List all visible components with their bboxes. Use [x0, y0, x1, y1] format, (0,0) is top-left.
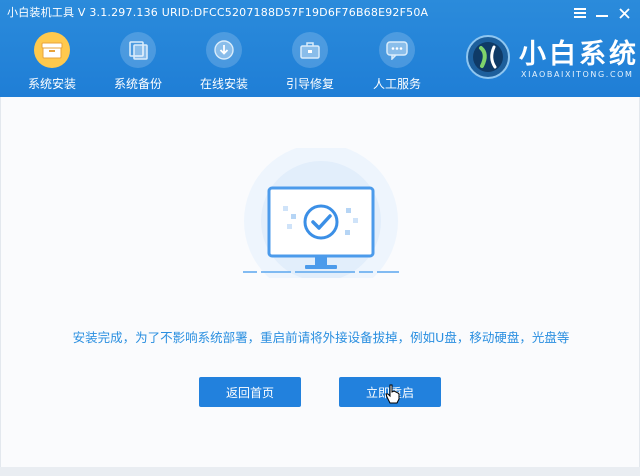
tab-system-install[interactable]: 系统安装: [13, 28, 91, 94]
main-panel: 安装完成，为了不影响系统部署，重启前请将外接设备拔掉，例如U盘，移动硬盘，光盘等…: [0, 97, 640, 467]
tab-online-install[interactable]: 在线安装: [185, 28, 263, 94]
menu-button[interactable]: [572, 6, 588, 20]
window-title: 小白装机工具 V 3.1.297.136 URID:DFCC5207188D57…: [7, 6, 429, 19]
tab-label: 人工服务: [372, 77, 421, 91]
monitor-check-icon: [243, 144, 399, 298]
install-complete-message: 安装完成，为了不影响系统部署，重启前请将外接设备拔掉，例如U盘，移动硬盘，光盘等: [72, 330, 570, 345]
logo-name: 小白系统: [519, 39, 639, 70]
hand-cursor-icon: [385, 384, 400, 404]
logo-subtitle: XIAOBAIXITONG.COM: [521, 70, 634, 79]
title-bar: 小白装机工具 V 3.1.297.136 URID:DFCC5207188D57…: [0, 0, 640, 97]
backup-icon: [129, 41, 148, 60]
minimize-icon: [596, 15, 608, 17]
back-home-button[interactable]: 返回首页: [199, 377, 301, 407]
install-complete-illustration: [241, 144, 401, 298]
tab-label: 引导修复: [285, 77, 334, 91]
download-icon: [214, 40, 234, 60]
bottom-strip: [0, 467, 640, 476]
box-icon: [41, 42, 63, 59]
close-icon: [618, 7, 630, 19]
brand-logo: 小白系统 XIAOBAIXITONG.COM: [465, 30, 636, 90]
tab-label: 系统备份: [113, 77, 162, 91]
tab-manual-service[interactable]: 人工服务: [358, 28, 436, 94]
tab-boot-repair[interactable]: 引导修复: [271, 28, 349, 94]
tab-label: 系统安装: [27, 77, 76, 91]
chat-icon: [386, 41, 408, 60]
toolbox-icon: [300, 42, 320, 59]
minimize-button[interactable]: [594, 6, 610, 20]
menu-icon: [574, 8, 586, 18]
tab-label: 在线安装: [199, 77, 248, 91]
logo-icon: [466, 35, 510, 79]
close-button[interactable]: [616, 6, 632, 20]
tab-system-backup[interactable]: 系统备份: [99, 28, 177, 94]
